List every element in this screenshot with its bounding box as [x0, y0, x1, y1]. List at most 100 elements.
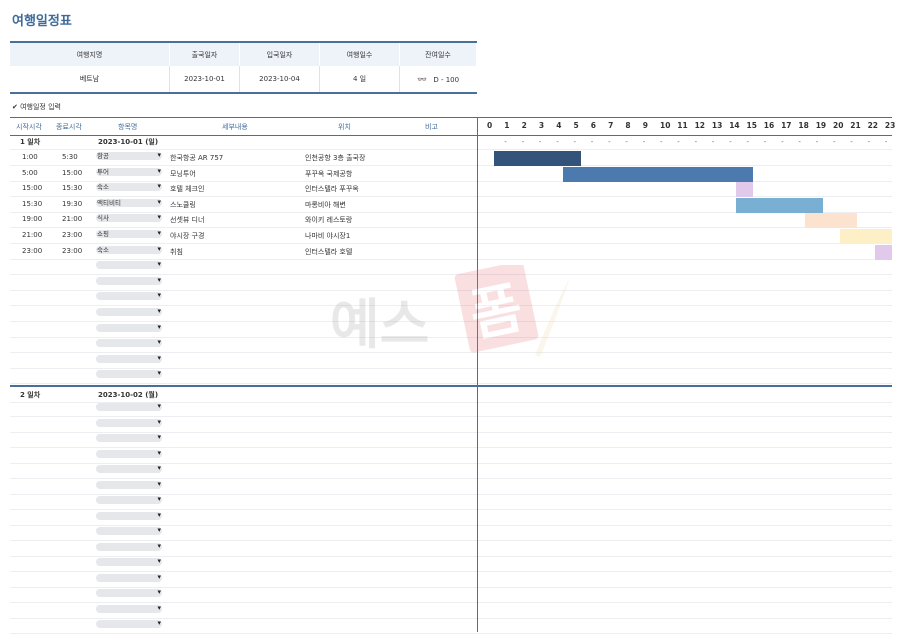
- hour-label-19: 19: [815, 121, 827, 130]
- end-time[interactable]: 23:00: [62, 247, 82, 255]
- location[interactable]: 인터스텔라 푸꾸옥: [305, 184, 359, 194]
- start-time[interactable]: 19:00: [22, 215, 42, 223]
- location[interactable]: 마롱비아 해변: [305, 200, 346, 210]
- hour-label-5: 5: [573, 121, 579, 130]
- hour-label-15: 15: [746, 121, 757, 130]
- detail[interactable]: 야시장 구경: [170, 231, 204, 241]
- hour-dash: -: [590, 138, 594, 146]
- summary-return-date[interactable]: 2023-10-04: [239, 66, 320, 94]
- hour-label-18: 18: [798, 121, 809, 130]
- category-dropdown[interactable]: 숙소: [96, 182, 162, 192]
- category-dropdown[interactable]: 항공: [96, 151, 162, 160]
- detail[interactable]: 호텔 체크인: [170, 184, 204, 194]
- category-dropdown[interactable]: [96, 480, 162, 489]
- end-time[interactable]: 15:30: [62, 184, 82, 192]
- schedule-row: 21:00 23:00 야시장 구경 나마비 야시장1 쇼핑: [10, 228, 892, 244]
- location[interactable]: 푸꾸옥 국제공항: [305, 169, 352, 179]
- detail[interactable]: 한국항공 AR 757: [170, 153, 223, 163]
- category-dropdown[interactable]: [96, 526, 162, 535]
- category-dropdown[interactable]: [96, 604, 162, 613]
- hour-dash: -: [625, 138, 628, 146]
- summary-table: 여행지명 출국일자 입국일자 여행일수 잔여일수 베트남 2023-10-01 …: [10, 41, 477, 94]
- start-time[interactable]: 21:00: [22, 231, 42, 239]
- hour-dash: -: [729, 138, 732, 146]
- empty-row: [10, 587, 892, 603]
- category-dropdown[interactable]: [96, 354, 162, 363]
- location[interactable]: 와이키 레스토랑: [305, 215, 352, 225]
- start-time[interactable]: 1:00: [22, 153, 38, 161]
- schedule-row: 5:00 15:00 모닝투어 푸꾸옥 국제공항 투어: [10, 166, 892, 182]
- category-dropdown[interactable]: [96, 449, 162, 458]
- category-dropdown[interactable]: 식사: [96, 213, 162, 223]
- summary-header-remaining: 잔여일수: [399, 41, 477, 66]
- category-dropdown[interactable]: 쇼핑: [96, 229, 162, 238]
- empty-row: [10, 572, 892, 588]
- end-time[interactable]: 21:00: [62, 215, 82, 223]
- category-dropdown[interactable]: 투어: [96, 167, 162, 176]
- detail[interactable]: 선셋뷰 디너: [170, 215, 204, 225]
- category-dropdown[interactable]: [96, 495, 162, 504]
- location[interactable]: 나마비 야시장1: [305, 231, 350, 241]
- gantt-bar: [736, 197, 823, 213]
- end-time[interactable]: 5:30: [62, 153, 78, 161]
- schedule-row: 19:00 21:00 선셋뷰 디너 와이키 레스토랑 식사: [10, 212, 892, 229]
- category-dropdown[interactable]: [96, 338, 162, 348]
- category-dropdown[interactable]: [96, 418, 162, 427]
- end-time[interactable]: 23:00: [62, 231, 82, 239]
- detail[interactable]: 스노쿨링: [170, 200, 196, 210]
- category-dropdown[interactable]: [96, 276, 162, 285]
- category-dropdown[interactable]: [96, 619, 162, 628]
- empty-row: [10, 448, 892, 464]
- hour-dash: -: [798, 138, 801, 146]
- category-dropdown[interactable]: [96, 323, 162, 332]
- hour-dash: -: [660, 138, 663, 146]
- category-dropdown[interactable]: [96, 369, 162, 379]
- location[interactable]: 인터스텔라 호텔: [305, 247, 352, 257]
- hour-dash: -: [746, 138, 750, 146]
- hour-label-4: 4: [556, 121, 562, 130]
- detail[interactable]: 취침: [170, 247, 183, 257]
- detail[interactable]: 모닝투어: [170, 169, 196, 179]
- day-label: 1 일차: [20, 138, 41, 146]
- hour-dash: -: [538, 138, 542, 146]
- category-dropdown[interactable]: [96, 557, 162, 566]
- hour-label-13: 13: [711, 121, 723, 130]
- location[interactable]: 인천공항 3층 출국장: [305, 153, 365, 163]
- category-dropdown[interactable]: [96, 588, 162, 597]
- start-time[interactable]: 15:00: [22, 184, 42, 192]
- category-dropdown[interactable]: [96, 307, 162, 316]
- empty-row: [10, 510, 892, 526]
- day-label: 2 일차: [20, 391, 41, 399]
- category-dropdown[interactable]: [96, 573, 162, 582]
- summary-remaining: 👓 D - 100: [399, 66, 477, 94]
- start-time[interactable]: 15:30: [22, 200, 42, 208]
- category-dropdown[interactable]: [96, 291, 162, 301]
- glasses-icon: 👓: [417, 74, 428, 84]
- start-time[interactable]: 5:00: [22, 169, 38, 177]
- category-dropdown[interactable]: [96, 542, 162, 551]
- summary-departure-date[interactable]: 2023-10-01: [169, 66, 240, 94]
- hour-dash: -: [781, 138, 784, 146]
- category-dropdown[interactable]: [96, 511, 162, 520]
- end-time[interactable]: 19:30: [62, 200, 82, 208]
- category-dropdown[interactable]: [96, 402, 162, 411]
- summary-destination[interactable]: 베트남: [10, 66, 170, 94]
- category-dropdown[interactable]: [96, 433, 162, 442]
- col-start-time: 시작시각: [16, 123, 42, 131]
- hour-label-23: 23: [884, 121, 896, 130]
- hour-dash: -: [884, 138, 888, 146]
- schedule-row: 15:00 15:30 호텔 체크인 인터스텔라 푸꾸옥 숙소: [10, 181, 892, 198]
- category-dropdown[interactable]: 숙소: [96, 245, 162, 254]
- category-dropdown[interactable]: [96, 260, 162, 270]
- start-time[interactable]: 23:00: [22, 247, 42, 255]
- category-dropdown[interactable]: [96, 464, 162, 473]
- col-detail: 세부내용: [222, 123, 248, 131]
- watermark-logo: 예스 폼: [330, 265, 570, 357]
- empty-row: [10, 541, 892, 557]
- hour-label-0: 0: [487, 121, 493, 130]
- end-time[interactable]: 15:00: [62, 169, 82, 177]
- empty-row: [10, 603, 892, 619]
- category-dropdown[interactable]: 액티비티: [96, 198, 162, 207]
- empty-row: [10, 368, 892, 385]
- hour-dash: -: [642, 138, 646, 146]
